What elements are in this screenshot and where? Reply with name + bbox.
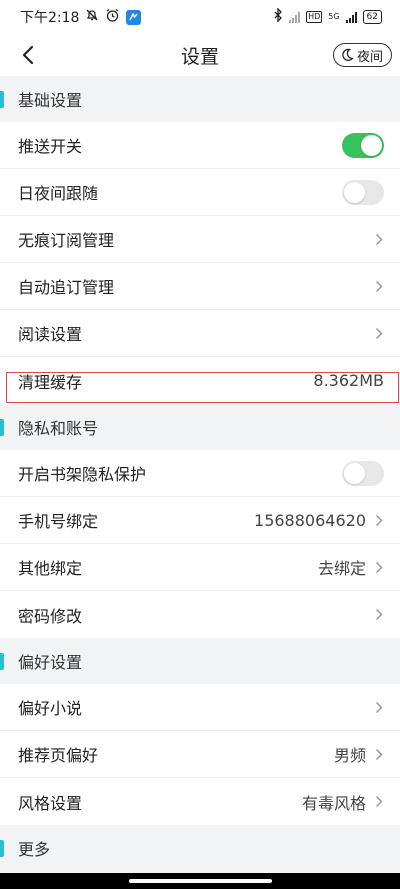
row-recommend-preference[interactable]: 推荐页偏好 男频 (0, 731, 400, 778)
section-title: 更多 (18, 840, 51, 859)
row-label: 清理缓存 (18, 372, 83, 392)
app-notification-icon (126, 9, 142, 25)
night-mode-button[interactable]: 夜间 (332, 43, 392, 67)
row-label: 开启书架隐私保护 (18, 465, 147, 484)
section-title: 基础设置 (18, 91, 83, 110)
row-right: 15688064620 (254, 511, 384, 530)
chevron-right-icon (374, 326, 384, 340)
row-phone-binding[interactable]: 手机号绑定 15688064620 (0, 497, 400, 544)
row-label: 日夜间跟随 (18, 184, 99, 203)
other-binding-status: 去绑定 (317, 559, 366, 578)
chevron-right-icon (374, 608, 384, 622)
page-title: 设置 (180, 45, 219, 68)
night-mode-label: 夜间 (356, 49, 383, 65)
chevron-right-icon (374, 232, 384, 246)
row-label: 阅读设置 (18, 325, 83, 344)
row-right: 有毒风格 (302, 790, 384, 814)
home-bar (0, 873, 400, 889)
signal-weak-icon (289, 11, 301, 23)
hd-badge: HD (306, 11, 323, 23)
row-other-binding[interactable]: 其他绑定 去绑定 (0, 544, 400, 591)
row-auto-subscription[interactable]: 自动追订管理 (0, 263, 400, 310)
row-password-change[interactable]: 密码修改 (0, 591, 400, 638)
shelf-privacy-toggle[interactable] (342, 460, 384, 486)
cache-size: 8.362MB (313, 371, 384, 390)
nav-bar: 设置 夜间 (0, 34, 400, 76)
bluetooth-icon (273, 7, 283, 26)
row-daynight-follow[interactable]: 日夜间跟随 (0, 169, 400, 216)
row-preferred-novel[interactable]: 偏好小说 (0, 684, 400, 731)
row-shelf-privacy[interactable]: 开启书架隐私保护 (0, 450, 400, 497)
row-label: 推送开关 (18, 137, 83, 156)
status-left: 下午2:18 (20, 7, 142, 27)
chevron-right-icon (374, 513, 384, 527)
section-accent-bar (0, 840, 4, 857)
chevron-right-icon (374, 279, 384, 293)
row-label: 风格设置 (18, 793, 83, 813)
toggle-knob (344, 462, 365, 484)
row-right: 男频 (334, 742, 384, 766)
row-right: 8.362MB (313, 371, 384, 390)
back-button[interactable] (14, 39, 42, 71)
row-style-settings[interactable]: 风格设置 有毒风格 (0, 778, 400, 825)
back-arrow-icon (22, 45, 34, 65)
style-value: 有毒风格 (301, 793, 366, 813)
row-right: 去绑定 (318, 555, 384, 579)
status-bar: 下午2:18 HD 5G 62 (0, 0, 400, 34)
recommend-value: 男频 (333, 746, 366, 765)
row-label: 密码修改 (18, 606, 83, 626)
section-basic: 基础设置 (0, 76, 400, 122)
row-push-switch[interactable]: 推送开关 (0, 122, 400, 169)
chevron-right-icon (374, 747, 384, 761)
row-clear-cache[interactable]: 清理缓存 8.362MB (0, 357, 400, 404)
section-title: 隐私和账号 (18, 419, 99, 438)
section-title: 偏好设置 (18, 653, 83, 672)
row-label: 其他绑定 (18, 559, 83, 578)
row-reading-settings[interactable]: 阅读设置 (0, 310, 400, 357)
section-more: 更多 (0, 825, 400, 871)
network-type: 5G (328, 12, 340, 21)
row-incognito-subscription[interactable]: 无痕订阅管理 (0, 216, 400, 263)
section-preference: 偏好设置 (0, 638, 400, 684)
row-label: 手机号绑定 (18, 512, 99, 531)
chevron-right-icon (374, 700, 384, 714)
daynight-toggle[interactable] (342, 179, 384, 205)
row-label: 自动追订管理 (18, 278, 115, 297)
section-accent-bar (0, 419, 4, 436)
chevron-right-icon (374, 560, 384, 574)
signal-strong-icon (345, 11, 357, 23)
status-right: HD 5G 62 (273, 7, 382, 26)
status-time: 下午2:18 (20, 10, 80, 26)
row-label: 无痕订阅管理 (18, 231, 115, 250)
section-accent-bar (0, 91, 4, 108)
battery-icon: 62 (362, 10, 382, 24)
toggle-knob (344, 181, 365, 203)
moon-icon (342, 48, 354, 61)
push-toggle[interactable] (342, 132, 384, 158)
row-label: 偏好小说 (18, 699, 83, 718)
phone-number: 15688064620 (254, 510, 366, 530)
section-accent-bar (0, 653, 4, 670)
toggle-knob (361, 134, 382, 156)
alarm-icon (105, 8, 120, 27)
row-label: 推荐页偏好 (18, 746, 99, 765)
section-privacy: 隐私和账号 (0, 404, 400, 450)
home-indicator[interactable] (128, 879, 272, 883)
bell-muted-icon (85, 8, 99, 26)
chevron-right-icon (374, 795, 384, 809)
